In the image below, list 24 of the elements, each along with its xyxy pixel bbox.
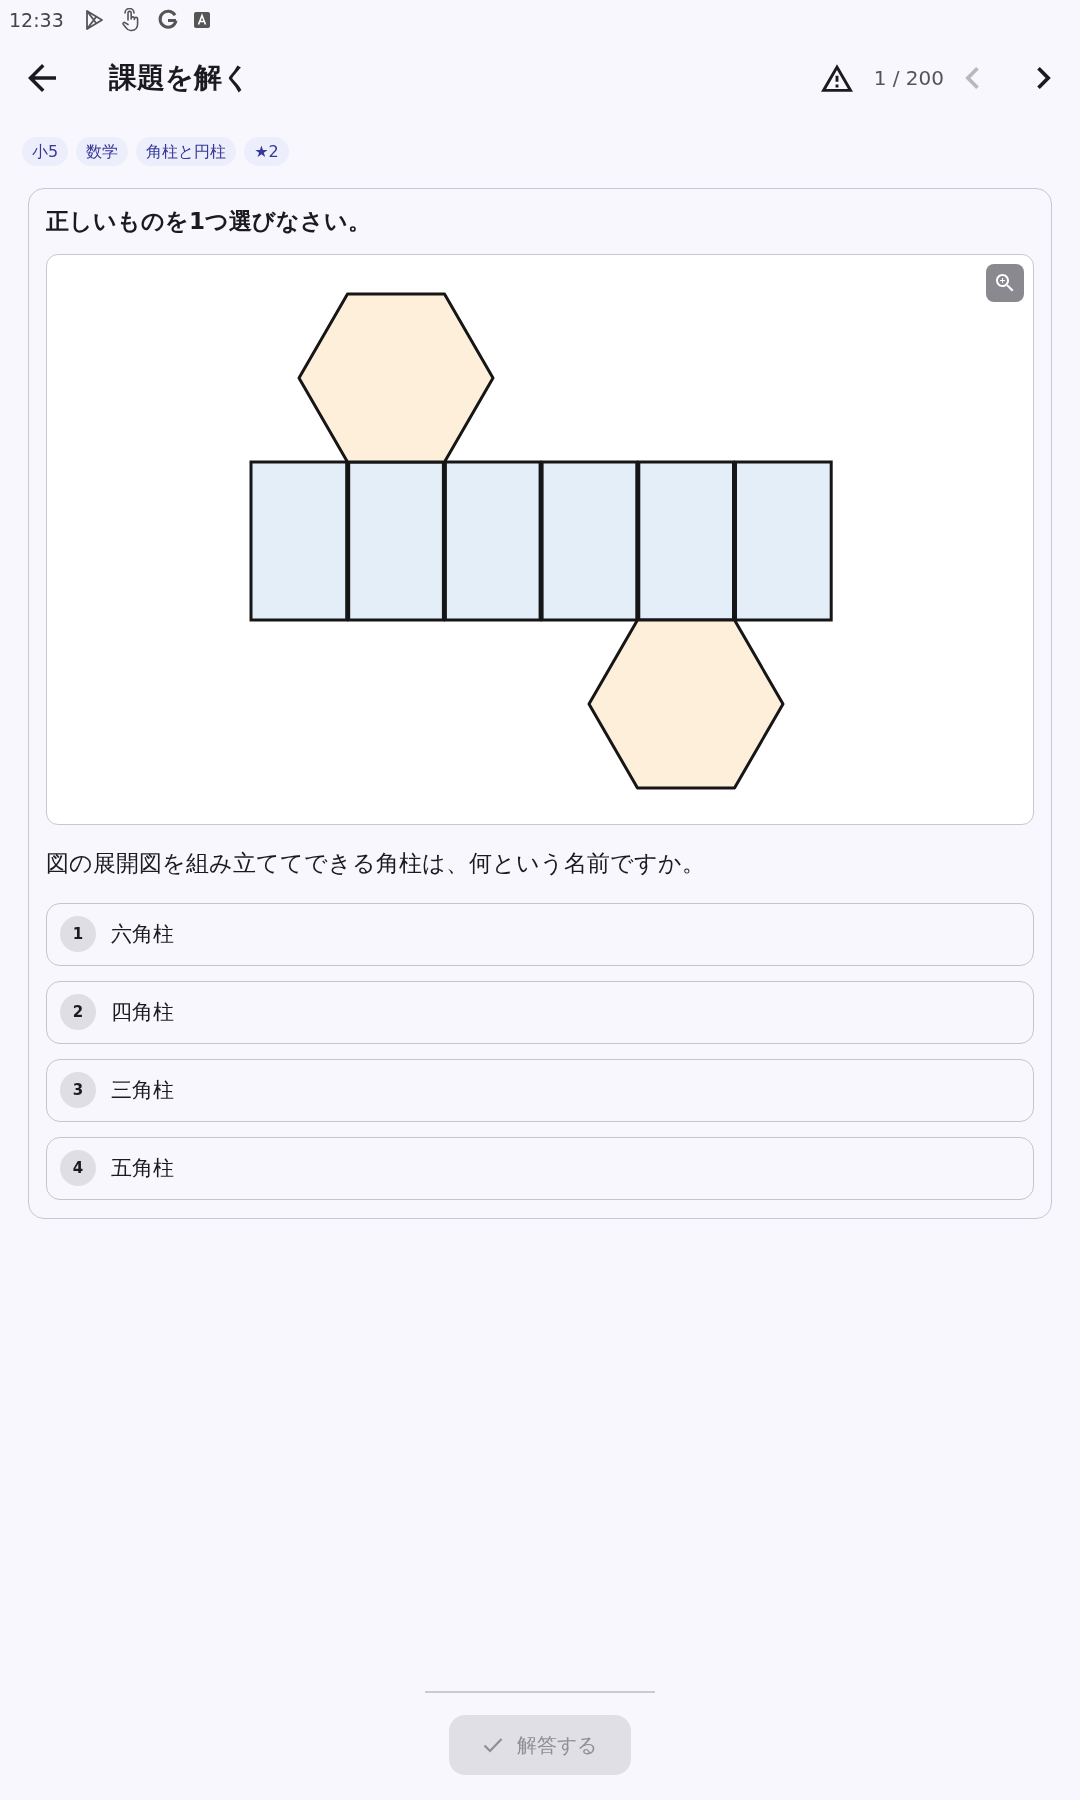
answer-option[interactable]: 1 六角柱 [46,902,1034,966]
page-title: 課題を解く [109,61,251,95]
option-number: 4 [60,1150,96,1187]
tag-chip: 数学 [76,137,129,166]
g-icon [156,9,179,31]
option-number: 2 [60,994,96,1031]
tag-chip: 小5 [22,137,69,166]
question-text: 図の展開図を組み立ててできる角柱は、何という名前ですか。 [46,848,706,878]
chevron-right-icon[interactable] [1037,67,1051,89]
question-counter: 1 / 200 [873,66,944,90]
tag-chip: ★2 [244,137,289,166]
answer-option[interactable]: 2 四角柱 [46,980,1034,1044]
question-prompt: 正しいものを1つ選びなさい。 [46,207,372,236]
option-number: 3 [60,1072,96,1109]
zoom-in-icon[interactable] [986,263,1024,302]
a-square-icon [193,12,210,28]
answer-option[interactable]: 4 五角柱 [46,1136,1034,1200]
status-time: 12:33 [9,10,64,30]
option-number: 1 [60,916,96,953]
warning-icon[interactable] [820,64,853,92]
tag-chip: 角柱と円柱 [136,137,237,166]
check-icon [483,1737,503,1753]
answer-option[interactable]: 3 三角柱 [46,1058,1034,1122]
back-arrow-icon[interactable] [28,64,56,92]
